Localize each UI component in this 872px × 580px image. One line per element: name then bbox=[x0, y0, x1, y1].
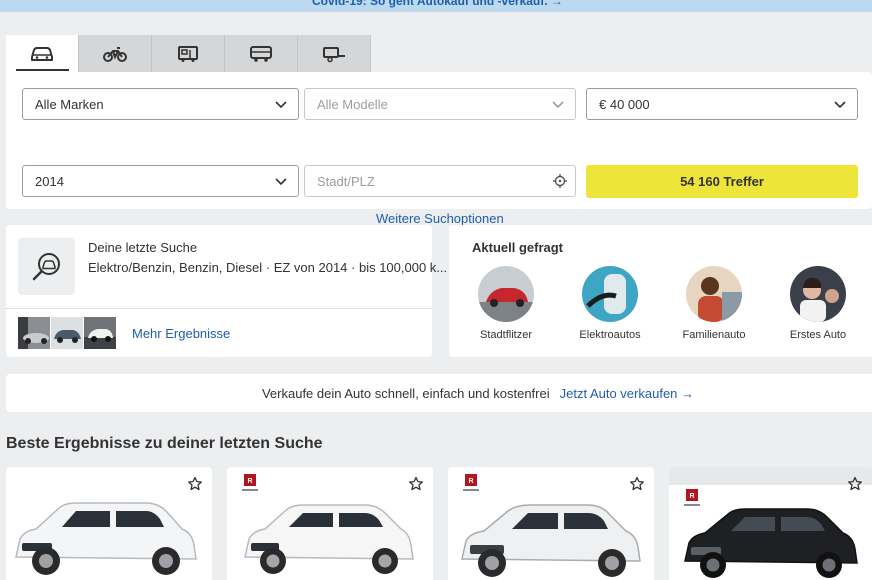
make-select-value: Alle Marken bbox=[35, 96, 104, 112]
result-card[interactable]: R bbox=[227, 467, 433, 580]
svg-text:R: R bbox=[468, 478, 473, 485]
result-card[interactable] bbox=[6, 467, 212, 580]
family-car-image bbox=[686, 266, 742, 322]
show-results-button[interactable]: 54 160 Treffer bbox=[586, 165, 858, 198]
trending-item-familienauto[interactable]: Familienauto bbox=[669, 266, 759, 341]
vehicle-type-tabs bbox=[6, 35, 371, 72]
result-card[interactable]: R bbox=[448, 467, 654, 580]
chevron-down-icon bbox=[275, 101, 287, 109]
registration-year-select[interactable]: 2014 bbox=[22, 165, 299, 197]
trending-label: Stadtflitzer bbox=[480, 329, 532, 341]
chevron-down-icon bbox=[834, 101, 846, 109]
car-photo bbox=[15, 502, 197, 575]
trending-item-elektroautos[interactable]: Elektroautos bbox=[565, 266, 655, 341]
car-icon bbox=[31, 46, 53, 61]
trending-title: Aktuell gefragt bbox=[472, 240, 564, 255]
more-results-link[interactable]: Mehr Ergebnisse bbox=[132, 326, 230, 341]
car-photo bbox=[461, 504, 641, 577]
trending-item-erstes-auto[interactable]: Erstes Auto bbox=[773, 266, 863, 341]
motorcycle-icon bbox=[103, 46, 127, 62]
first-car-image bbox=[790, 266, 846, 322]
last-search-icon-box bbox=[18, 238, 75, 295]
location-input-placeholder: Stadt/PLZ bbox=[317, 173, 375, 189]
car-photo bbox=[244, 504, 414, 574]
tab-motorhome[interactable] bbox=[152, 35, 225, 72]
active-tab-underline bbox=[16, 69, 69, 71]
car-thumbnail bbox=[84, 317, 116, 349]
best-results-title: Beste Ergebnisse zu deiner letzten Suche bbox=[6, 435, 323, 452]
tab-trailer[interactable] bbox=[298, 35, 371, 72]
year-select-value: 2014 bbox=[35, 173, 64, 189]
motorhome-icon bbox=[178, 45, 198, 62]
covid-banner-text[interactable]: Covid-19: So geht Autokauf und -verkauf.… bbox=[312, 0, 563, 8]
last-search-description: Elektro/Benzin, Benzin, Diesel · EZ von … bbox=[88, 260, 448, 275]
trending-item-stadtflitzer[interactable]: Stadtflitzer bbox=[461, 266, 551, 341]
sell-car-link[interactable]: Jetzt Auto verkaufen → bbox=[560, 386, 694, 401]
tab-motorcycle[interactable] bbox=[79, 35, 152, 72]
sell-car-text: Verkaufe dein Auto schnell, einfach und … bbox=[261, 385, 550, 401]
divider bbox=[6, 308, 432, 309]
svg-text:R: R bbox=[247, 478, 252, 485]
model-select[interactable]: Alle Modelle bbox=[304, 88, 576, 120]
last-search-card[interactable]: Deine letzte Suche Elektro/Benzin, Benzi… bbox=[6, 225, 447, 357]
search-panel: Alle Marken Alle Modelle € 40 000 2014 S… bbox=[6, 35, 872, 226]
last-search-title: Deine letzte Suche bbox=[88, 240, 198, 255]
model-select-placeholder: Alle Modelle bbox=[317, 96, 388, 112]
result-card[interactable]: R bbox=[669, 467, 872, 580]
car-thumbnail bbox=[18, 317, 50, 349]
favorite-star-icon[interactable] bbox=[847, 476, 863, 492]
city-car-image bbox=[478, 266, 534, 322]
truck-icon bbox=[250, 45, 272, 62]
more-search-options-link[interactable]: Weitere Suchoptionen bbox=[376, 211, 504, 226]
chevron-down-icon bbox=[552, 101, 564, 109]
make-select[interactable]: Alle Marken bbox=[22, 88, 299, 120]
sell-car-banner: Verkaufe dein Auto schnell, einfach und … bbox=[6, 374, 872, 412]
locate-icon[interactable] bbox=[553, 174, 567, 188]
search-form: Alle Marken Alle Modelle € 40 000 2014 S… bbox=[6, 72, 872, 226]
trailer-icon bbox=[323, 46, 345, 62]
electric-car-image bbox=[582, 266, 638, 322]
chevron-down-icon bbox=[275, 178, 287, 186]
trending-card: Aktuell gefragt Stadtflitzer Elektroauto… bbox=[449, 225, 872, 357]
trending-label: Erstes Auto bbox=[789, 329, 847, 341]
last-search-thumbnails bbox=[18, 317, 116, 349]
tab-truck[interactable] bbox=[225, 35, 298, 72]
tab-car[interactable] bbox=[6, 35, 79, 72]
location-input[interactable]: Stadt/PLZ bbox=[304, 165, 576, 197]
trending-label: Familienauto bbox=[682, 329, 746, 341]
price-select[interactable]: € 40 000 bbox=[586, 88, 858, 120]
car-photo bbox=[684, 508, 858, 578]
car-search-icon bbox=[32, 252, 60, 280]
trending-label: Elektroautos bbox=[579, 329, 641, 341]
covid-banner[interactable]: Covid-19: So geht Autokauf und -verkauf.… bbox=[0, 0, 872, 12]
car-thumbnail bbox=[51, 317, 83, 349]
price-select-value: € 40 000 bbox=[599, 96, 650, 112]
